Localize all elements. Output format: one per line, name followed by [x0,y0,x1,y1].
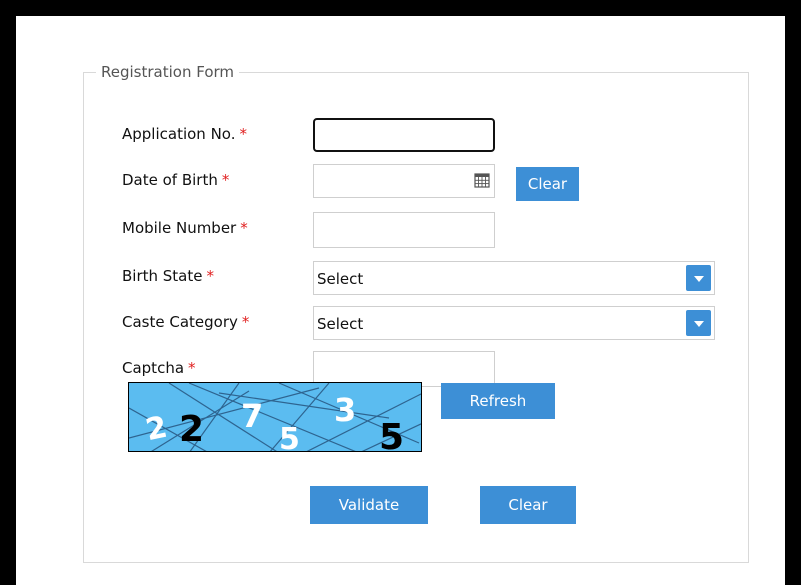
required-mark: * [239,125,247,143]
chevron-down-icon[interactable] [686,265,711,291]
caste-category-label-text: Caste Category [122,313,238,331]
captcha-label-text: Captcha [122,359,185,377]
required-mark: * [206,267,215,285]
application-no-label-text: Application No. [122,125,236,143]
application-no-input[interactable] [313,118,495,152]
clear-button[interactable]: Clear [480,486,576,524]
captcha-noise-lines: 2 2 7 5 3 5 [129,383,421,452]
birth-state-label: Birth State * [122,267,214,285]
captcha-refresh-button[interactable]: Refresh [441,383,555,419]
captcha-digit: 3 [334,391,356,429]
captcha-digit: 7 [241,397,263,435]
mobile-number-label: Mobile Number * [122,219,248,237]
birth-state-selected-value: Select [317,270,364,288]
mobile-number-input[interactable] [313,212,495,248]
captcha-digit: 5 [279,422,300,452]
date-of-birth-label-text: Date of Birth [122,171,218,189]
birth-state-label-text: Birth State [122,267,203,285]
required-mark: * [240,219,248,237]
required-mark: * [241,313,250,331]
captcha-image: 2 2 7 5 3 5 [128,382,422,452]
date-clear-button[interactable]: Clear [516,167,579,201]
captcha-digit: 2 [143,410,171,449]
validate-button[interactable]: Validate [310,486,428,524]
caste-category-label: Caste Category * [122,313,249,331]
calendar-icon[interactable] [474,172,490,188]
application-no-label: Application No. * [122,125,247,143]
mobile-number-label-text: Mobile Number [122,219,237,237]
chevron-down-icon[interactable] [686,310,711,336]
captcha-digit: 2 [179,409,204,450]
date-of-birth-label: Date of Birth * [122,171,229,189]
form-legend: Registration Form [96,63,240,81]
captcha-digit: 5 [379,417,404,452]
date-of-birth-input[interactable] [313,164,495,198]
caste-category-select[interactable]: Select [313,306,715,340]
required-mark: * [221,171,230,189]
required-mark: * [188,359,196,377]
caste-category-selected-value: Select [317,315,364,333]
captcha-label: Captcha * [122,359,196,377]
birth-state-select[interactable]: Select [313,261,715,295]
